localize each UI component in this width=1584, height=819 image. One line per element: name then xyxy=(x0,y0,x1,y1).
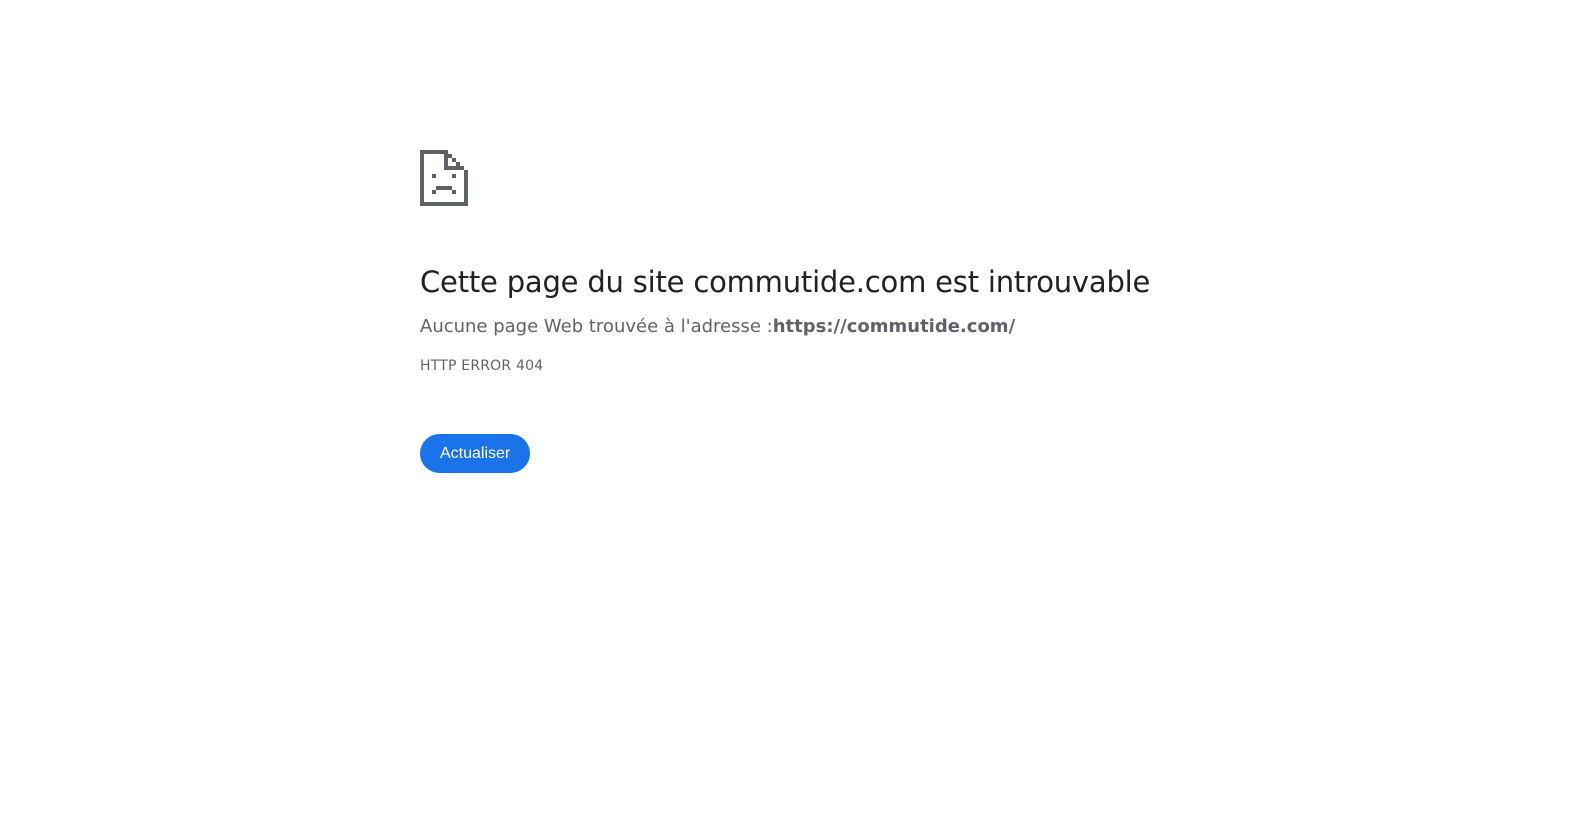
error-description: Aucune page Web trouvée à l'adresse :htt… xyxy=(420,314,1180,340)
error-title: Cette page du site commutide.com est int… xyxy=(420,265,1151,299)
error-code: HTTP ERROR 404 xyxy=(420,358,544,374)
reload-button[interactable]: Actualiser xyxy=(420,434,531,473)
description-prefix: Aucune page Web trouvée à l'adresse : xyxy=(420,316,773,337)
error-container: Cette page du site commutide.com est int… xyxy=(420,150,1180,473)
sad-page-icon xyxy=(420,150,1180,206)
error-url: https://commutide.com/ xyxy=(772,316,1016,337)
